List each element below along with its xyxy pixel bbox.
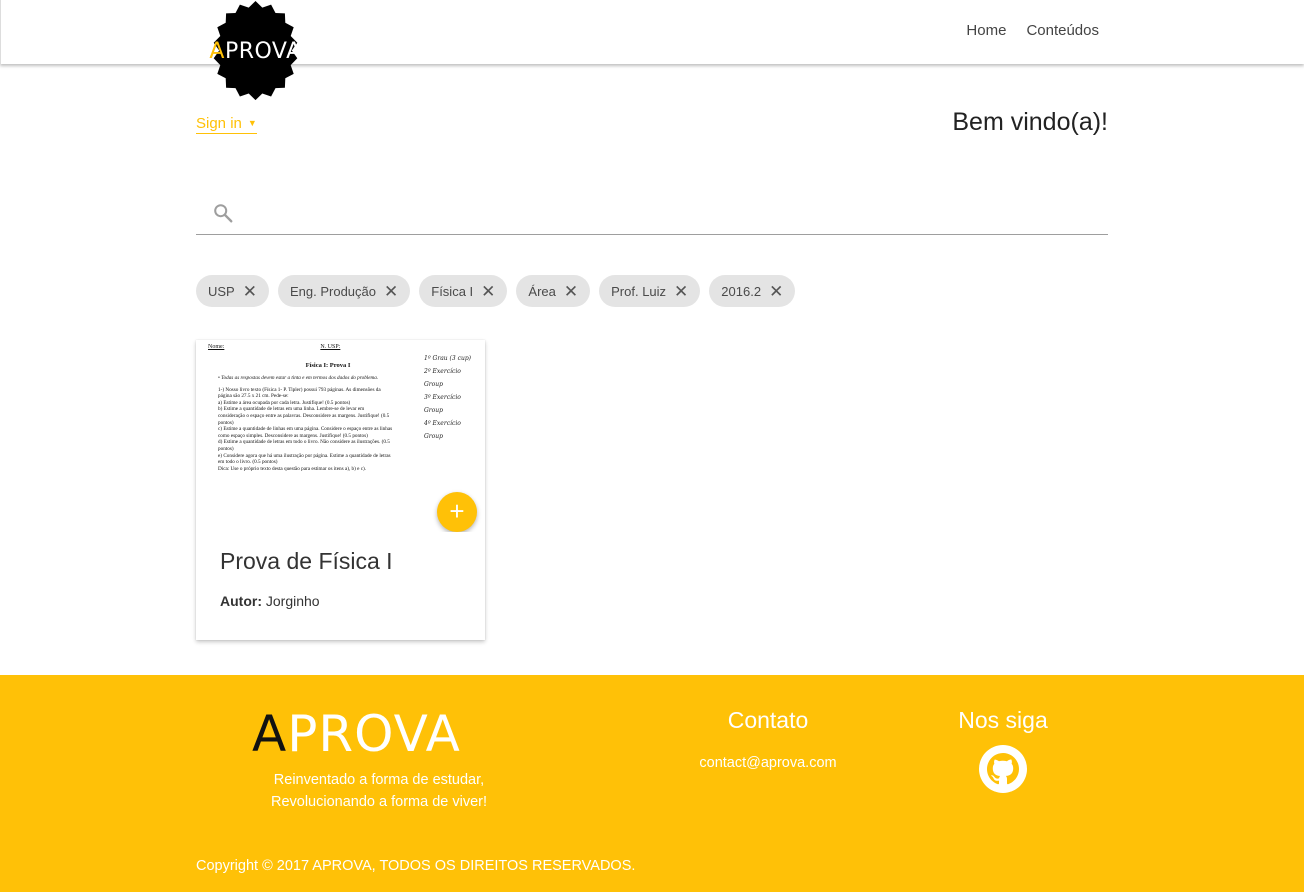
chip-label: Eng. Produção [289,283,376,299]
doc-line: c) Estime a quantidade de linhas em uma … [218,426,393,433]
welcome-heading: Bem vindo(a)! [952,108,1108,136]
exam-card[interactable]: Nome: N. USP: Física I: Prova I • Todas a… [196,340,485,640]
doc-line: Dica: Use o próprio texto desta questão … [218,465,367,472]
exam-document-preview: Nome: N. USP: Física I: Prova I • Todas a… [208,344,480,472]
close-icon[interactable]: ✕ [481,283,495,300]
aprova-logo[interactable]: APROVA [205,1,306,102]
doc-line: pontos) [218,445,234,452]
filter-chip[interactable]: Área ✕ [516,275,591,307]
close-icon[interactable]: ✕ [384,283,398,300]
handwritten-note: 4º Exercício Group [424,420,461,440]
filter-chip[interactable]: Eng. Produção ✕ [277,275,411,307]
tagline-line: Revolucionando a forma de viver! [270,794,487,810]
nav-home-link[interactable]: Home [966,22,1006,39]
footer-tagline: Reinventado a forma de estudar, Revoluci… [230,769,528,813]
footer-logo: APROVA [252,705,461,763]
footer: APROVA Reinventado a forma de estudar, R… [0,675,1304,892]
doc-title: Física I: Prova I [305,362,351,369]
doc-line: página são 27.5 x 21 cm. Pede-se: [218,393,289,400]
nav-links: Home Conteúdos [966,22,1099,39]
chip-label: USP [208,283,235,299]
sign-in-dropdown[interactable]: Sign in ▼ [196,115,257,134]
add-button[interactable]: + [437,492,477,532]
doc-line: d) Estime a quantidade de letras em todo… [218,439,390,446]
card-title: Prova de Física I [220,548,393,574]
author-label: Autor: [220,593,262,609]
card-author: Autor: Jorginho [220,593,320,609]
filter-chip[interactable]: Prof. Luiz ✕ [599,275,701,307]
chip-label: Física I [431,283,474,299]
nos-siga-heading: Nos siga [958,707,1048,733]
search-bar [196,188,1108,235]
chip-label: Área [528,283,556,299]
doc-bullet: • Todas as respostas devem estar a tinta… [218,375,379,381]
handwritten-note: 3º Exercício Group [424,394,461,414]
handwritten-note: 1º Grau (3 cup) [424,355,472,362]
doc-line: consideração o espaço entre as palavras.… [218,412,390,419]
sign-in-label: Sign in [196,115,242,132]
filter-chips: USP ✕ Eng. Produção ✕ Física I ✕ Área ✕ Prof… [196,275,796,307]
github-icon[interactable] [979,745,1027,793]
caret-down-icon: ▼ [247,118,257,128]
doc-handwritten-notes: 1º Grau (3 cup) 2º Exercício Group 3º Ex… [424,352,480,443]
search-icon[interactable] [212,202,234,224]
logo-wordmark: APROVA [209,39,302,64]
chip-label: 2016.2 [721,283,762,299]
nav-conteudos-link[interactable]: Conteúdos [1026,22,1099,39]
close-icon[interactable]: ✕ [769,283,783,300]
contato-heading: Contato [727,707,809,733]
doc-line: 1-) Nosso livro texto (Física 1- P. Tipl… [218,386,381,393]
filter-chip[interactable]: Física I ✕ [419,275,508,307]
doc-line: em todo o livro. (0.5 pontos) [218,459,278,466]
close-icon[interactable]: ✕ [674,283,688,300]
handwritten-note: 2º Exercício Group [424,368,461,388]
top-navbar: Home Conteúdos [0,0,1304,64]
copyright-text: Copyright © 2017 APROVA, TODOS OS DIREIT… [196,858,636,874]
chip-label: Prof. Luiz [611,283,667,299]
doc-line: b) Estime a quantidade de letras em uma … [218,406,365,413]
filter-chip[interactable]: USP ✕ [196,275,269,307]
close-icon[interactable]: ✕ [564,283,578,300]
search-input[interactable] [246,194,1096,230]
author-name: Jorginho [265,593,320,609]
contact-email-link[interactable]: contact@aprova.com [668,755,868,771]
doc-nusp-label: N. USP: [320,344,341,350]
close-icon[interactable]: ✕ [243,283,257,300]
filter-chip[interactable]: 2016.2 ✕ [709,275,796,307]
doc-name-label: Nome: [208,344,225,350]
tagline-line: Reinventado a forma de estudar, [273,772,485,788]
exam-preview-image: Nome: N. USP: Física I: Prova I • Todas a… [196,340,485,532]
